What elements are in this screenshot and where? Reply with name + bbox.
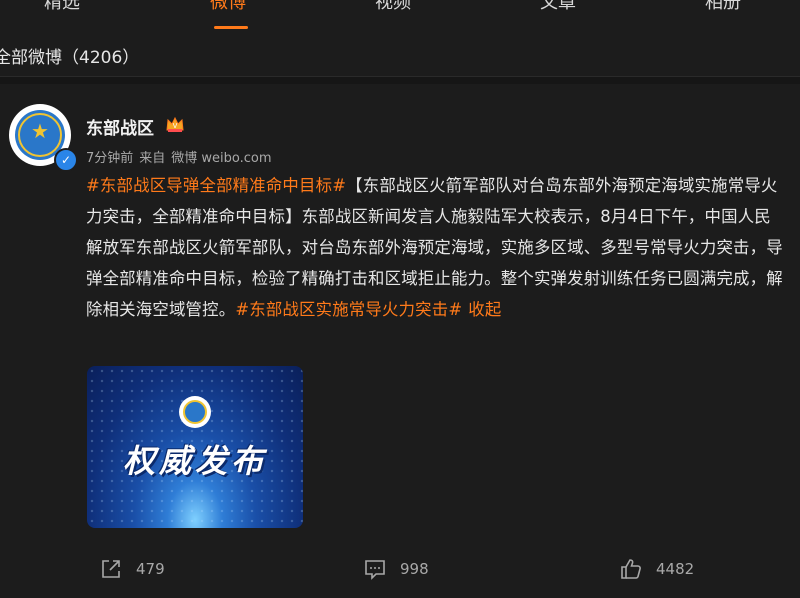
tab-album[interactable]: 相册 bbox=[705, 0, 741, 14]
tab-video[interactable]: 视频 bbox=[375, 0, 411, 14]
tab-featured[interactable]: 精选 bbox=[44, 0, 80, 14]
post-body: 【东部战区火箭军部队对台岛东部外海预定海域实施常导火力突击，全部精准命中目标】东… bbox=[86, 176, 783, 319]
tab-weibo[interactable]: 微博 bbox=[210, 0, 246, 14]
svg-text:V: V bbox=[173, 122, 178, 130]
post-meta: 7分钟前 来自 微博 weibo.com bbox=[86, 147, 278, 166]
tab-article[interactable]: 文章 bbox=[540, 0, 576, 14]
like-count: 4482 bbox=[656, 560, 695, 578]
comment-count: 998 bbox=[400, 560, 429, 578]
collapse-link[interactable]: 收起 bbox=[468, 300, 501, 319]
star-icon: ★ bbox=[31, 119, 49, 143]
post-source[interactable]: 微博 weibo.com bbox=[171, 151, 271, 166]
post-content: #东部战区导弹全部精准命中目标#【东部战区火箭军部队对台岛东部外海预定海域实施常… bbox=[86, 170, 786, 325]
post-actions: 479 998 4482 bbox=[0, 554, 800, 584]
verified-icon: ✓ bbox=[54, 148, 78, 172]
post-time: 7分钟前 bbox=[86, 151, 134, 166]
repost-button[interactable]: 479 bbox=[100, 554, 165, 584]
image-emblem-inner bbox=[183, 400, 207, 424]
author-name[interactable]: 东部战区 bbox=[86, 114, 154, 139]
image-emblem bbox=[179, 396, 211, 428]
like-icon bbox=[621, 559, 641, 579]
crown-icon: V bbox=[166, 116, 184, 132]
repost-icon bbox=[102, 560, 120, 578]
comment-button[interactable]: 998 bbox=[364, 554, 429, 584]
top-tab-bar: 精选 微博 视频 文章 相册 bbox=[0, 0, 800, 30]
like-button[interactable]: 4482 bbox=[620, 554, 694, 584]
all-posts-filter[interactable]: 全部微博（4206） bbox=[0, 43, 139, 68]
topic-tag[interactable]: #东部战区实施常导火力突击# bbox=[235, 300, 462, 319]
active-tab-indicator bbox=[214, 26, 248, 29]
weibo-post: ★ ✓ 东部战区 V 7分钟前 来自 微博 weibo.com #东部战区导弹全部精… bbox=[0, 84, 800, 598]
topic-tag[interactable]: #东部战区导弹全部精准命中目标# bbox=[86, 176, 346, 195]
image-title: 权威发布 bbox=[122, 442, 267, 480]
source-prefix: 来自 bbox=[139, 151, 166, 166]
post-image[interactable]: 权威发布 bbox=[87, 366, 303, 528]
repost-count: 479 bbox=[136, 560, 165, 578]
comment-icon bbox=[365, 560, 385, 580]
filter-bar: 全部微博（4206） bbox=[0, 30, 800, 77]
